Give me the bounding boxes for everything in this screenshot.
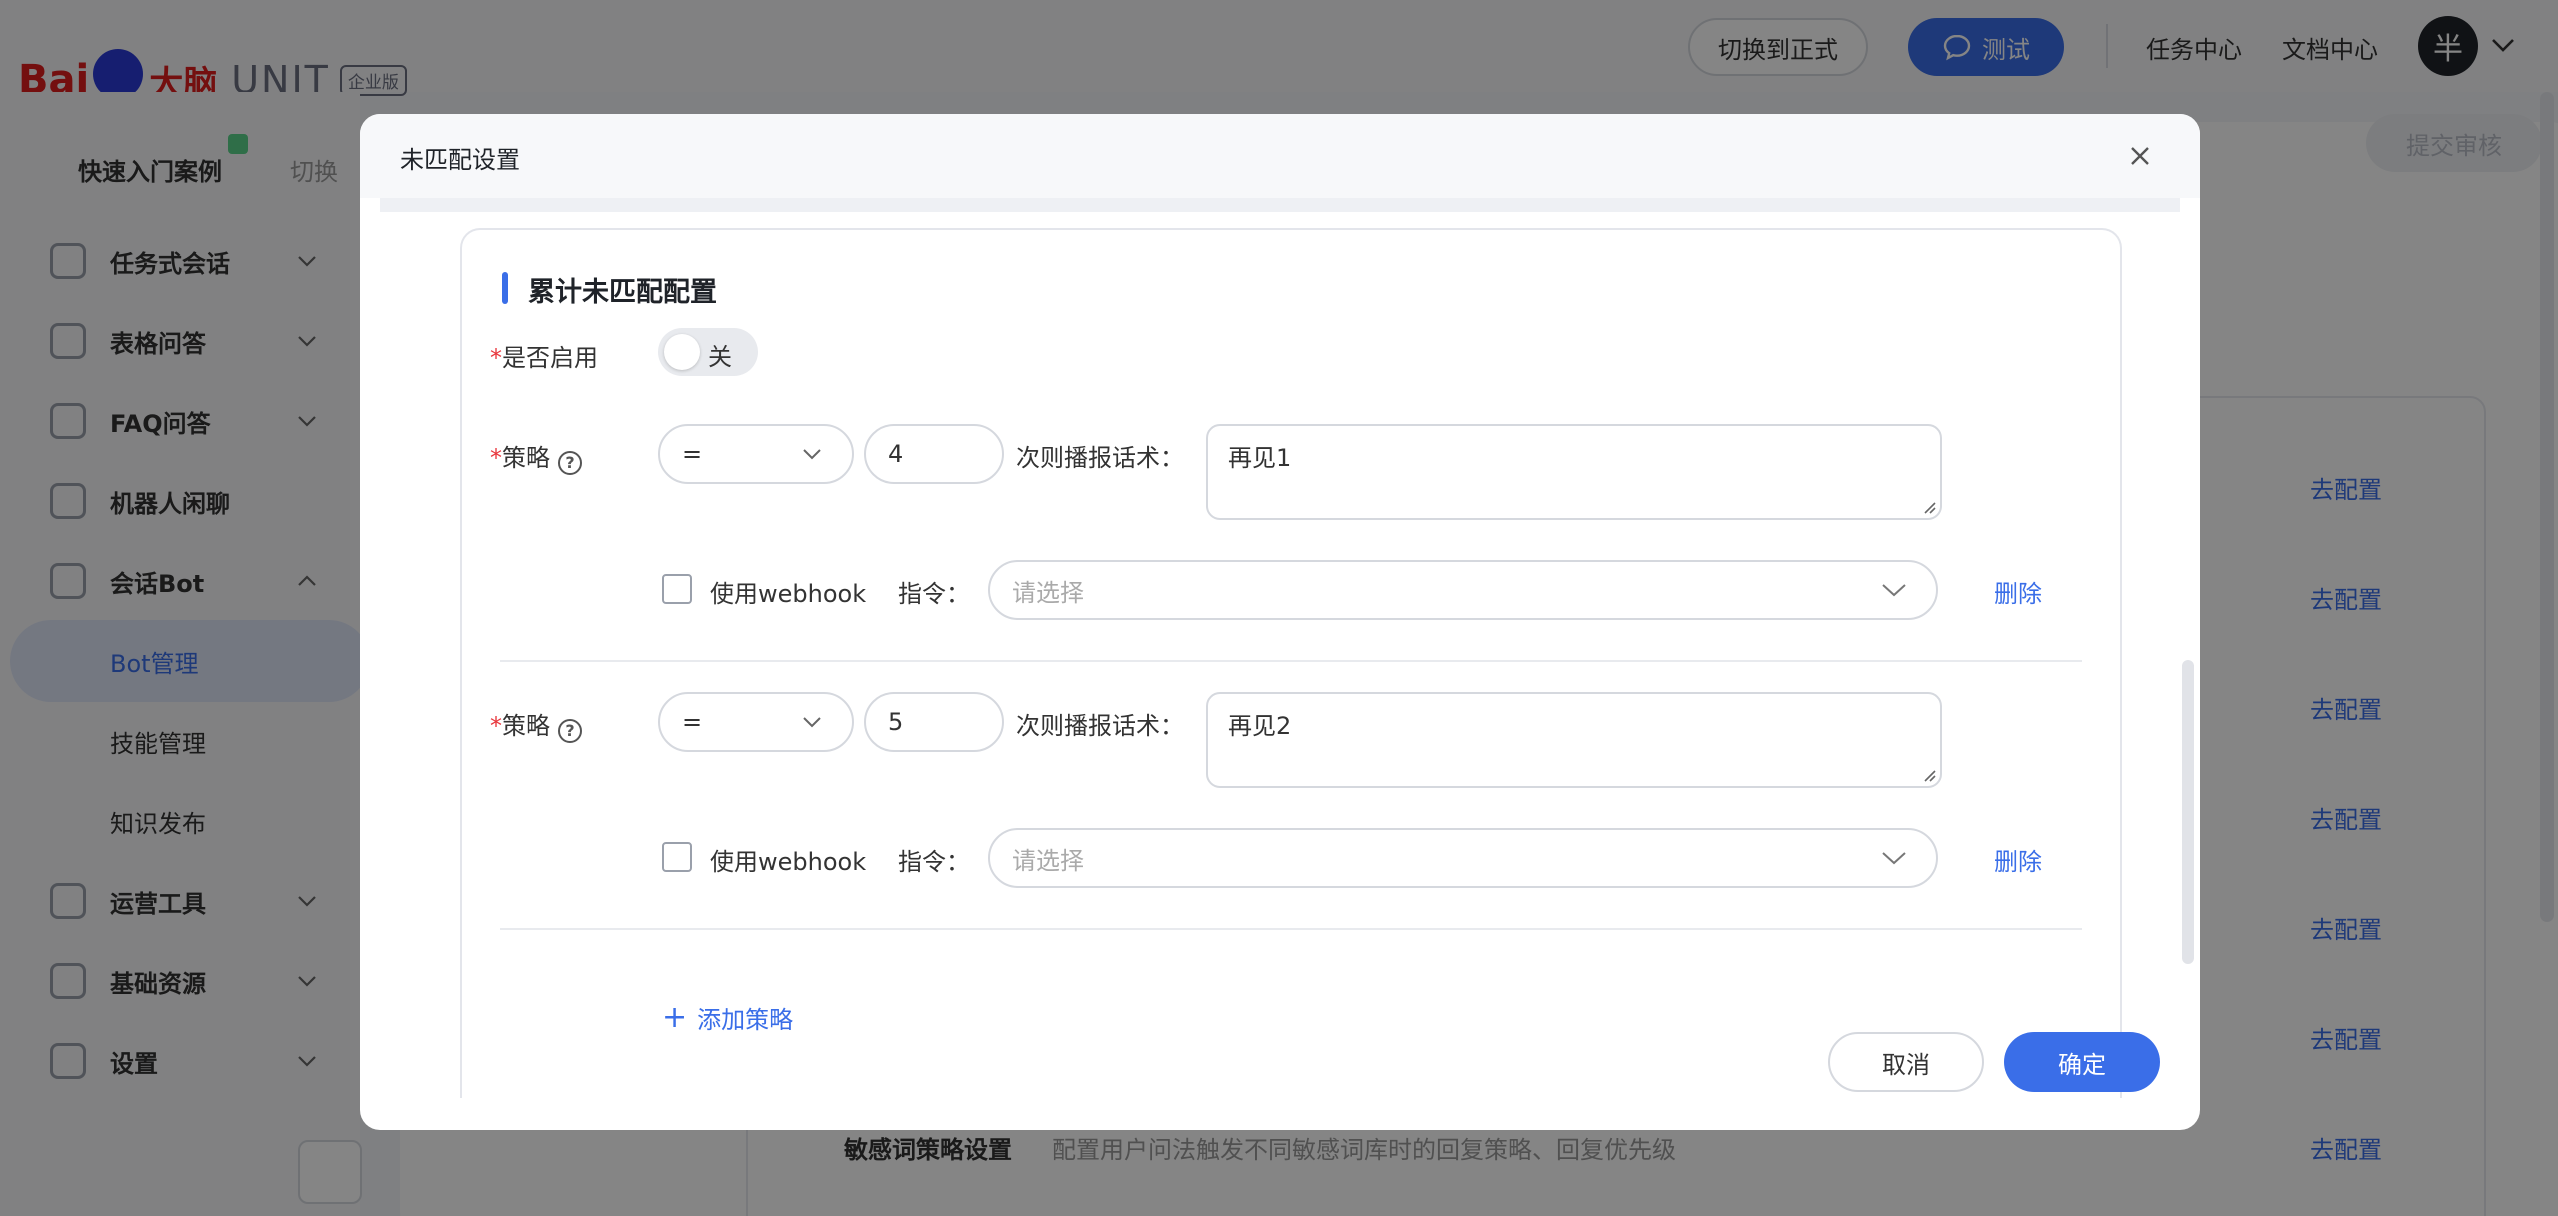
enable-label: *是否启用 (490, 344, 598, 372)
strategy-divider (500, 928, 2082, 930)
resize-grip-icon[interactable] (1922, 768, 1936, 782)
strategy-count-input[interactable]: 4 (864, 424, 1004, 484)
strategy-count-input[interactable]: 5 (864, 692, 1004, 752)
strategy-label: *策略? (490, 706, 582, 743)
command-select[interactable]: 请选择 (988, 828, 1938, 888)
reply-textarea[interactable]: 再见2 (1206, 692, 1942, 788)
use-webhook-label: 使用webhook (710, 580, 867, 608)
unmatched-settings-modal: 未匹配设置 累计未匹配配置 *是否启用 关 *策略? = 4 次则播报话术： 再… (360, 114, 2200, 1130)
chevron-down-icon (1882, 584, 1906, 597)
enable-toggle[interactable]: 关 (658, 328, 758, 376)
section-accent-bar (502, 272, 508, 304)
cancel-button[interactable]: 取消 (1828, 1032, 1984, 1092)
reply-text: 再见1 (1228, 444, 1292, 472)
use-webhook-checkbox[interactable] (662, 842, 692, 872)
use-webhook-label: 使用webhook (710, 848, 867, 876)
confirm-button[interactable]: 确定 (2004, 1032, 2160, 1092)
times-label: 次则播报话术： (1016, 444, 1184, 472)
add-strategy-label: 添加策略 (697, 1006, 794, 1034)
add-strategy-link[interactable]: + 添加策略 (662, 1000, 793, 1035)
command-placeholder: 请选择 (1012, 846, 1084, 875)
toggle-text: 关 (708, 343, 732, 371)
scroll-fade (380, 198, 2180, 212)
command-label: 指令： (898, 580, 970, 608)
chevron-down-icon (803, 717, 821, 728)
operator-value: = (682, 440, 703, 468)
chevron-down-icon (803, 449, 821, 460)
close-icon[interactable] (2122, 138, 2158, 174)
operator-value: = (682, 708, 703, 736)
resize-grip-icon[interactable] (1922, 500, 1936, 514)
modal-header: 未匹配设置 (360, 114, 2200, 198)
reply-textarea[interactable]: 再见1 (1206, 424, 1942, 520)
chevron-down-icon (1882, 852, 1906, 865)
delete-strategy-link[interactable]: 删除 (1994, 842, 2042, 877)
help-icon[interactable]: ? (558, 451, 582, 475)
delete-strategy-link[interactable]: 删除 (1994, 574, 2042, 609)
modal-body: 累计未匹配配置 *是否启用 关 *策略? = 4 次则播报话术： 再见1 使用w… (380, 198, 2180, 1098)
modal-scrollbar-thumb[interactable] (2182, 660, 2194, 964)
modal-title: 未匹配设置 (400, 146, 520, 174)
reply-text: 再见2 (1228, 712, 1292, 740)
toggle-knob (664, 334, 700, 370)
plus-icon: + (662, 999, 688, 1035)
times-label: 次则播报话术： (1016, 712, 1184, 740)
command-label: 指令： (898, 848, 970, 876)
use-webhook-checkbox[interactable] (662, 574, 692, 604)
strategy-divider (500, 660, 2082, 662)
strategy-operator-select[interactable]: = (658, 424, 854, 484)
cumulative-unmatched-panel: 累计未匹配配置 *是否启用 关 *策略? = 4 次则播报话术： 再见1 使用w… (460, 228, 2122, 1098)
strategy-label: *策略? (490, 438, 582, 475)
section-title: 累计未匹配配置 (528, 277, 717, 308)
help-icon[interactable]: ? (558, 719, 582, 743)
command-select[interactable]: 请选择 (988, 560, 1938, 620)
strategy-operator-select[interactable]: = (658, 692, 854, 752)
command-placeholder: 请选择 (1012, 578, 1084, 607)
